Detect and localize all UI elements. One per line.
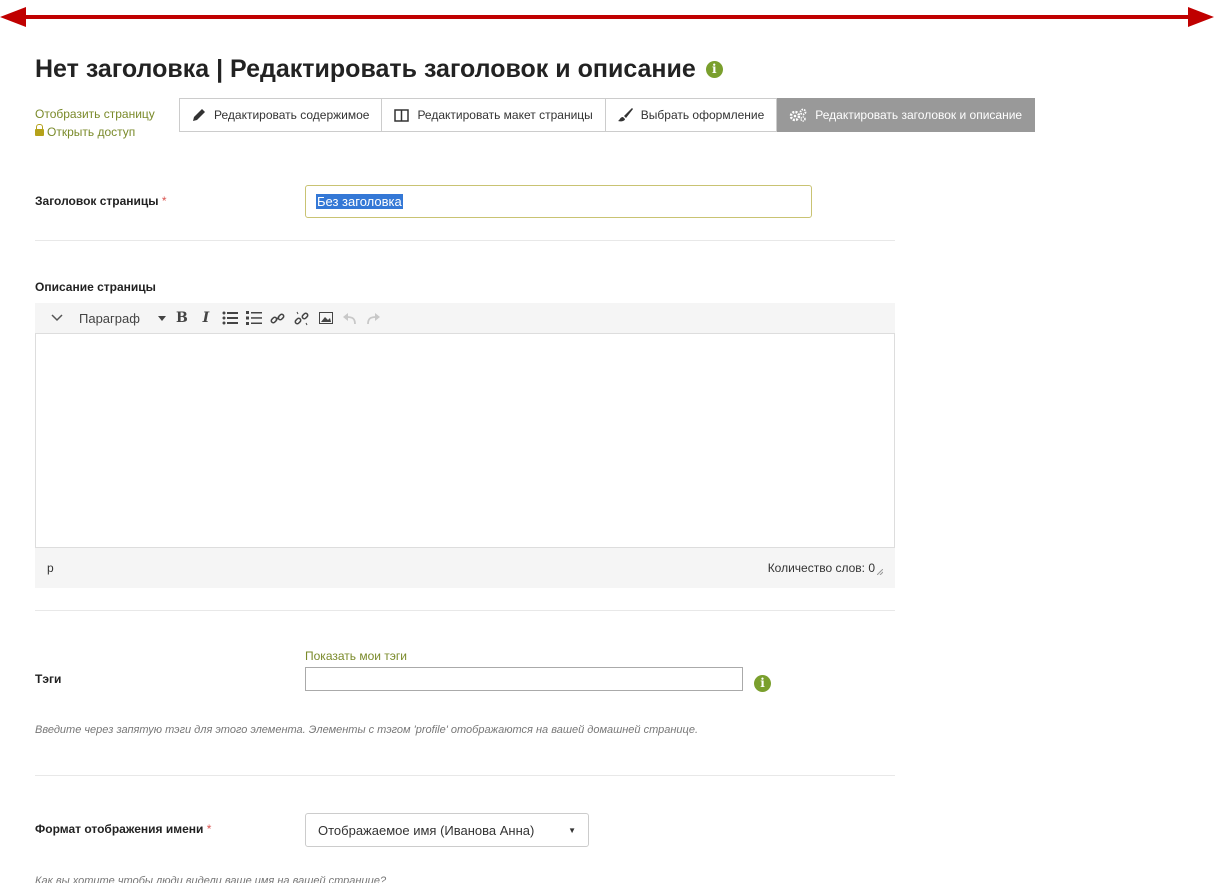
info-icon[interactable]: i — [754, 675, 771, 692]
link-icon — [270, 313, 285, 323]
required-mark: * — [161, 194, 167, 208]
paragraph-format-label: Параграф — [79, 310, 140, 326]
insert-link-button[interactable] — [266, 303, 290, 333]
image-icon — [318, 312, 333, 324]
italic-button[interactable]: I — [194, 303, 218, 333]
tab-label: Выбрать оформление — [640, 108, 765, 122]
undo-button[interactable] — [338, 303, 362, 333]
tab-label: Редактировать содержимое — [214, 108, 370, 122]
show-my-tags-link[interactable]: Показать мои тэги — [305, 649, 407, 663]
info-icon[interactable]: i — [705, 61, 723, 78]
divider — [35, 610, 895, 611]
display-page-link[interactable]: Отобразить страницу — [35, 105, 155, 123]
element-path[interactable]: p — [47, 561, 54, 575]
paragraph-format-select[interactable]: Параграф — [75, 303, 170, 333]
tab-label: Редактировать заголовок и описание — [815, 108, 1023, 122]
name-format-label: Формат отображения имени * — [35, 822, 211, 836]
chevron-down-icon — [51, 314, 63, 322]
word-count: Количество слов: 0 — [767, 561, 875, 575]
double-arrow-decoration — [0, 7, 1214, 27]
tags-label: Тэги — [35, 672, 62, 686]
open-access-label: Открыть доступ — [47, 125, 136, 139]
bullet-list-icon — [222, 311, 238, 325]
title-label: Заголовок страницы * — [35, 194, 167, 208]
tab-edit-title-description[interactable]: Редактировать заголовок и описание — [777, 98, 1036, 132]
editor-toolbar: Параграф B I — [35, 303, 895, 333]
numbered-list-icon — [245, 311, 262, 325]
cogs-icon — [790, 108, 807, 122]
page-title-text: Нет заголовка | Редактировать заголовок … — [35, 55, 696, 83]
title-input-value: Без заголовка — [316, 194, 403, 209]
divider — [35, 775, 895, 776]
caret-down-icon: ▼ — [568, 825, 576, 835]
pencil-icon — [193, 109, 205, 121]
lock-icon — [35, 124, 44, 136]
bold-button[interactable]: B — [170, 303, 194, 333]
description-label: Описание страницы — [35, 280, 156, 294]
name-format-label-text: Формат отображения имени — [35, 822, 204, 836]
undo-icon — [343, 312, 357, 324]
layout-icon — [394, 108, 410, 122]
open-access-link[interactable]: Открыть доступ — [35, 123, 155, 141]
toolbar-toggle-button[interactable] — [45, 303, 69, 333]
tags-help-text: Введите через запятую тэги для этого эле… — [35, 724, 698, 736]
title-input[interactable]: Без заголовка — [305, 185, 812, 218]
name-format-value: Отображаемое имя (Иванова Анна) — [318, 822, 535, 838]
numbered-list-button[interactable] — [242, 303, 266, 333]
edit-tabs: Редактировать содержимое Редактировать м… — [179, 98, 1036, 132]
tab-edit-layout[interactable]: Редактировать макет страницы — [382, 98, 606, 132]
bullet-list-button[interactable] — [218, 303, 242, 333]
tab-edit-content[interactable]: Редактировать содержимое — [179, 98, 383, 132]
caret-down-icon — [157, 315, 166, 321]
tab-label: Редактировать макет страницы — [417, 108, 593, 122]
tags-input[interactable] — [305, 667, 743, 691]
unlink-icon — [294, 311, 309, 325]
tab-choose-theme[interactable]: Выбрать оформление — [605, 98, 778, 132]
page-title: Нет заголовка | Редактировать заголовок … — [35, 55, 723, 84]
resize-handle-icon[interactable] — [877, 569, 883, 575]
remove-link-button[interactable] — [290, 303, 314, 333]
brush-icon — [617, 108, 633, 122]
description-editor-area[interactable] — [35, 333, 895, 548]
title-label-text: Заголовок страницы — [35, 194, 159, 208]
redo-button[interactable] — [362, 303, 386, 333]
divider — [35, 240, 895, 241]
insert-image-button[interactable] — [314, 303, 338, 333]
redo-icon — [367, 312, 381, 324]
page-actions: Отобразить страницу Открыть доступ — [35, 105, 155, 141]
required-mark: * — [206, 822, 212, 836]
name-format-select[interactable]: Отображаемое имя (Иванова Анна) ▼ — [305, 813, 589, 847]
name-format-help-text: Как вы хотите чтобы люди видели ваше имя… — [35, 875, 387, 883]
editor-statusbar: p Количество слов: 0 — [35, 548, 895, 588]
